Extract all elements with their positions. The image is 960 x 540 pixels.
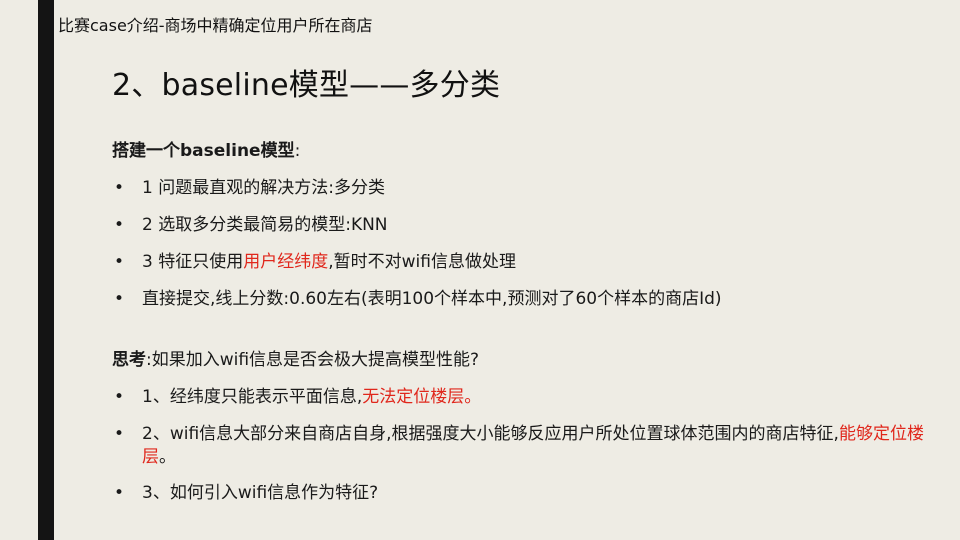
section2-heading-suffix: :如果加入wifi信息是否会极大提高模型性能? [146, 349, 480, 370]
bullet-icon: • [113, 251, 125, 272]
item-highlight: 无法定位楼层。 [362, 386, 482, 407]
bullet-icon: • [113, 423, 125, 444]
item-text: 3 特征只使用 [142, 251, 244, 272]
bullet-icon: • [113, 386, 125, 407]
section1-heading: 搭建一个baseline模型: [112, 140, 942, 163]
item-text: 2、wifi信息大部分来自商店自身,根据强度大小能够反应用户所处位置球体范围内的… [142, 423, 839, 444]
item-text: 1 问题最直观的解决方法:多分类 [142, 177, 385, 198]
bullet-icon: • [113, 288, 125, 309]
bullet-icon: • [113, 177, 125, 198]
item-text: 直接提交,线上分数:0.60左右(表明100个样本中,预测对了60个样本的商店I… [142, 288, 722, 309]
list-item: • 1 问题最直观的解决方法:多分类 [112, 177, 942, 200]
slide-title: 2、baseline模型——多分类 [112, 68, 501, 103]
list-item: • 2、wifi信息大部分来自商店自身,根据强度大小能够反应用户所处位置球体范围内… [112, 423, 942, 469]
item-text: 1、经纬度只能表示平面信息, [142, 386, 363, 407]
section2-list: • 1、经纬度只能表示平面信息,无法定位楼层。 • 2、wifi信息大部分来自商店自… [112, 386, 942, 506]
bullet-icon: • [113, 214, 125, 235]
list-item: • 3 特征只使用用户经纬度,暂时不对wifi信息做处理 [112, 251, 942, 274]
section1-list: • 1 问题最直观的解决方法:多分类 • 2 选取多分类最简易的模型:KNN • 3 … [112, 177, 942, 311]
bullet-icon: • [113, 483, 125, 504]
item-text-post: ,暂时不对wifi信息做处理 [328, 251, 516, 272]
slide-header: 比赛case介绍-商场中精确定位用户所在商店 [58, 16, 373, 35]
list-item: • 3、如何引入wifi信息作为特征? [112, 482, 942, 505]
section1-heading-suffix: : [294, 141, 301, 161]
slide-content: 搭建一个baseline模型: • 1 问题最直观的解决方法:多分类 • 2 选取多… [112, 140, 942, 519]
list-item: • 直接提交,线上分数:0.60左右(表明100个样本中,预测对了60个样本的商店… [112, 288, 942, 311]
list-item: • 2 选取多分类最简易的模型:KNN [112, 214, 942, 237]
list-item: • 1、经纬度只能表示平面信息,无法定位楼层。 [112, 386, 942, 409]
section2-heading: 思考:如果加入wifi信息是否会极大提高模型性能? [112, 349, 942, 372]
item-highlight: 用户经纬度 [243, 251, 329, 272]
left-accent-bar [38, 0, 54, 540]
item-text: 3、如何引入wifi信息作为特征? [142, 483, 379, 504]
section2-heading-bold: 思考 [112, 349, 146, 370]
section1-heading-bold: 搭建一个baseline模型 [112, 141, 295, 161]
item-text-post: 。 [159, 446, 176, 467]
item-text: 2 选取多分类最简易的模型:KNN [142, 214, 388, 235]
